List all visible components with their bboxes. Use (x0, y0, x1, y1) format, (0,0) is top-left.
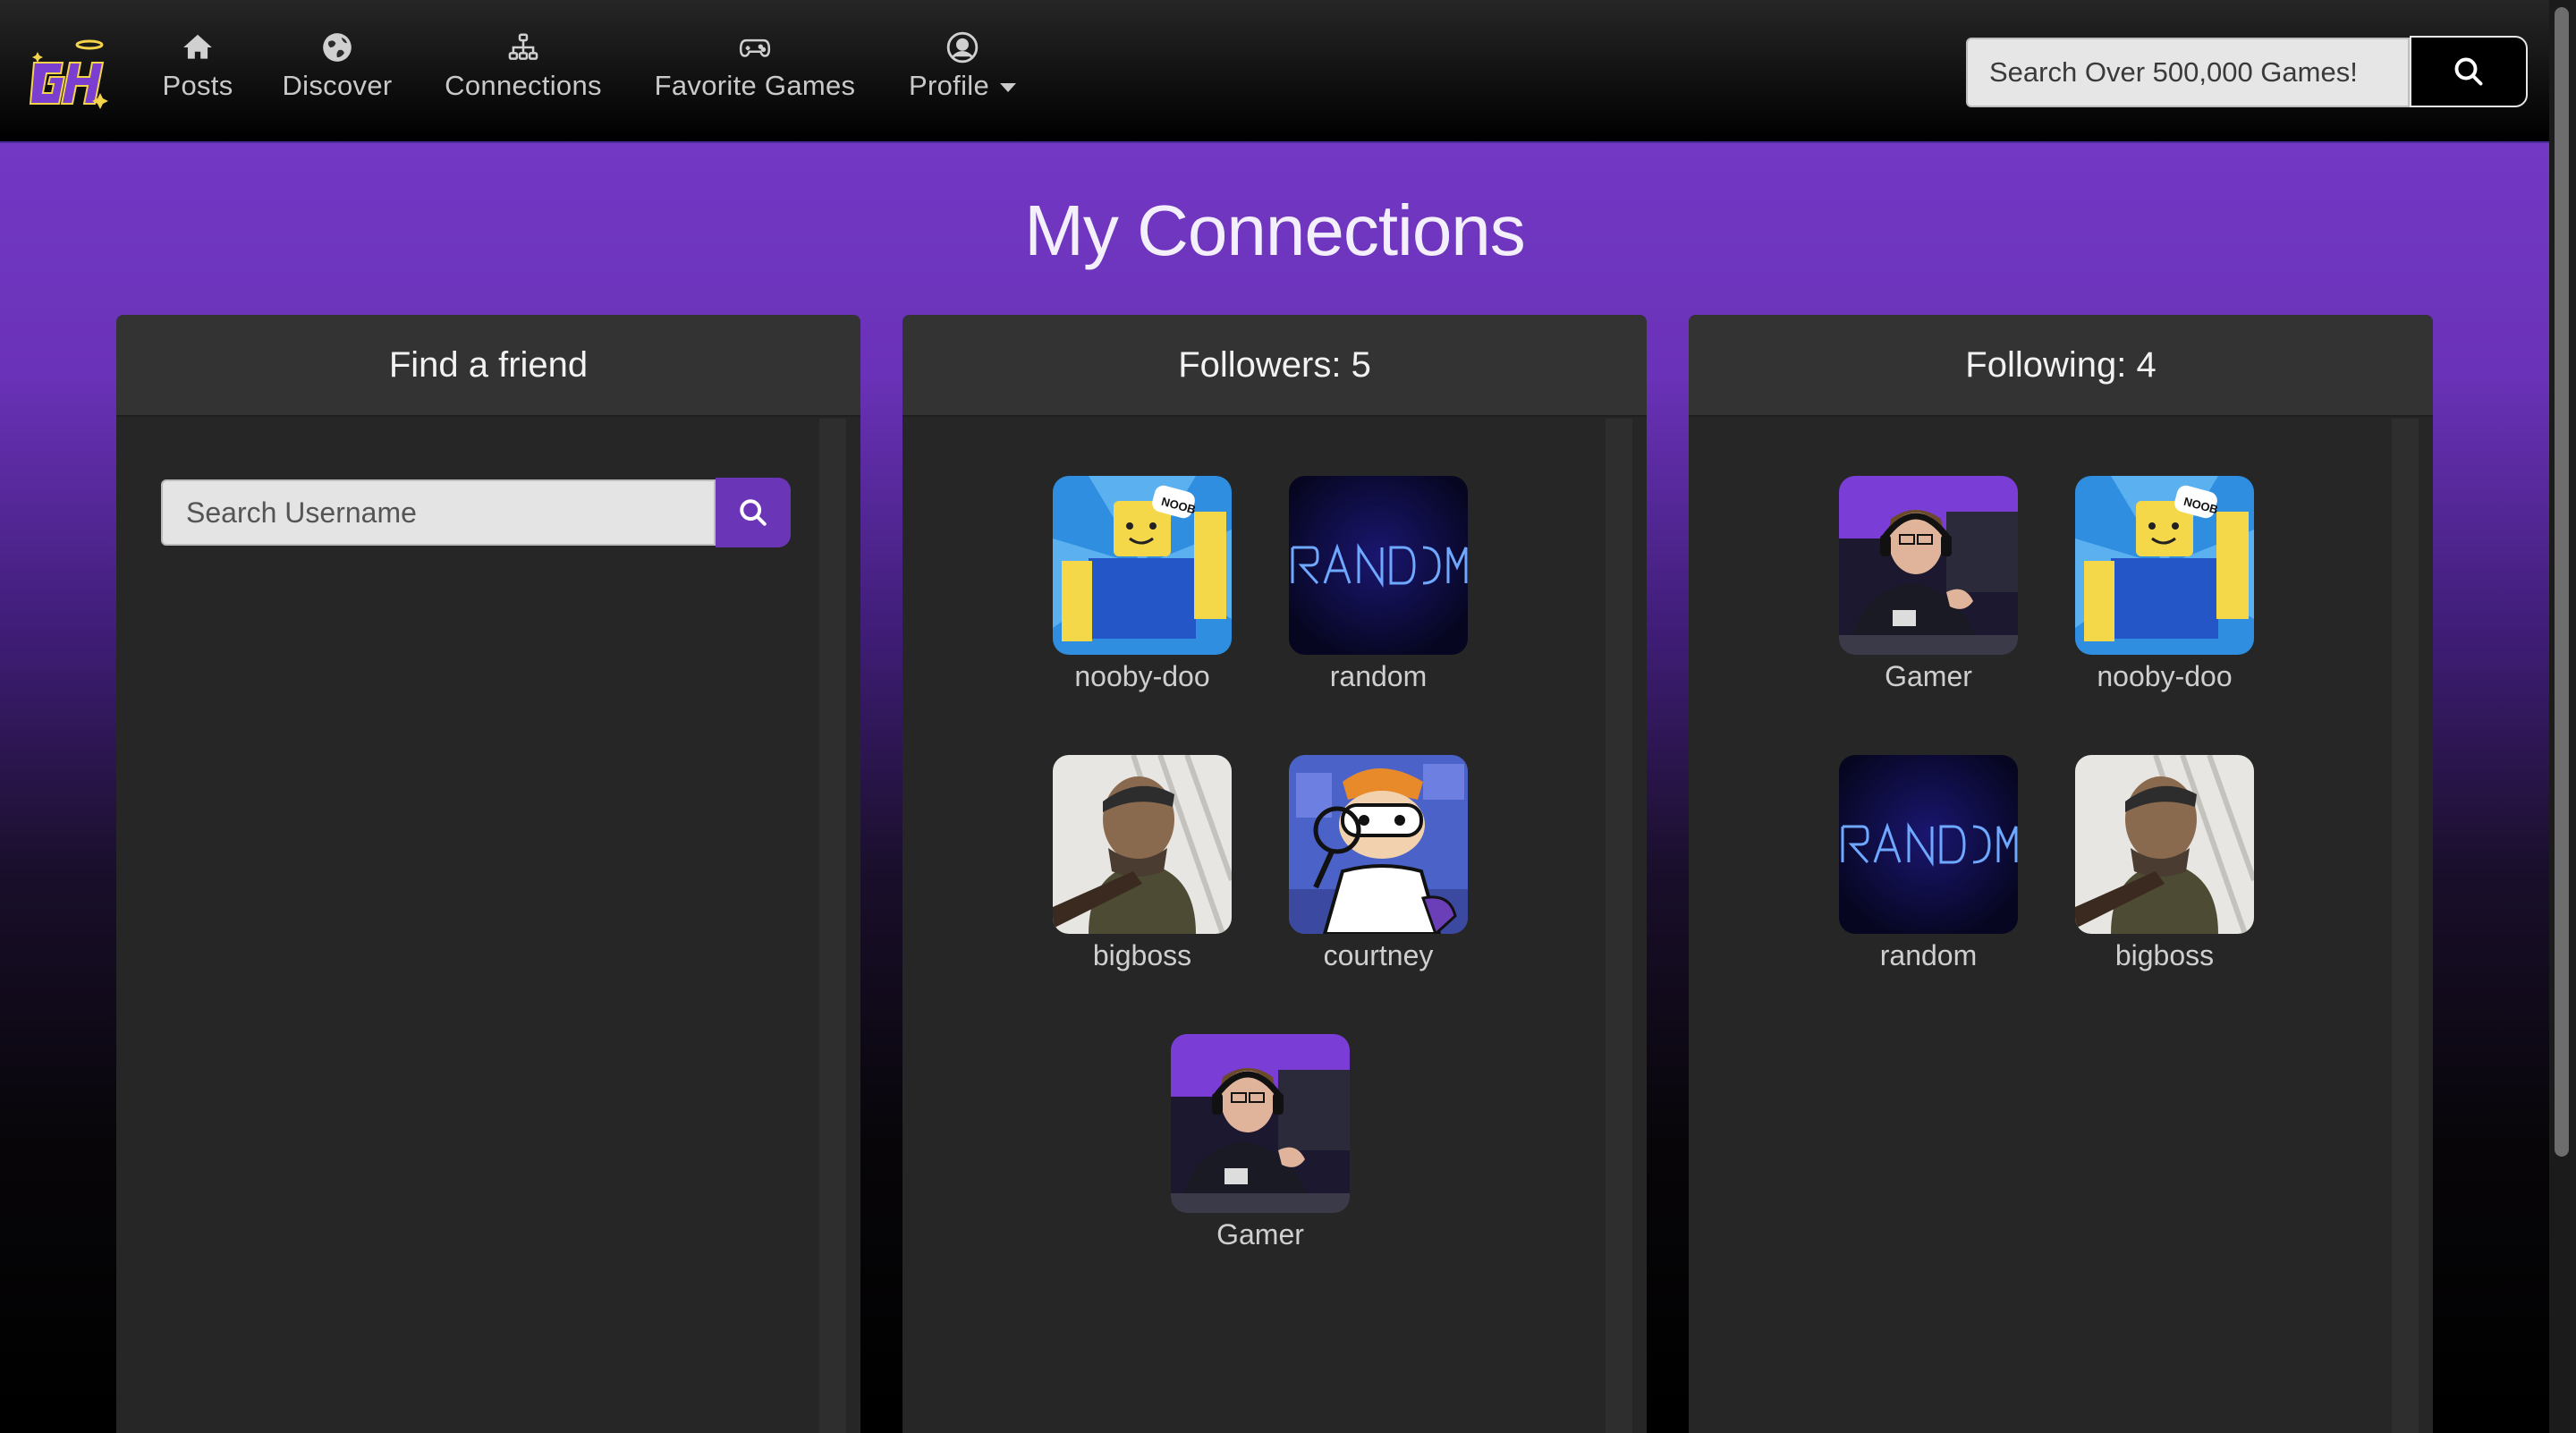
follower-card[interactable]: courtney (1271, 755, 1486, 972)
find-friend-header: Find a friend (116, 315, 860, 417)
following-card[interactable]: Gamer (1821, 476, 2036, 693)
nav-connections[interactable]: Connections (438, 30, 608, 116)
main-content: My Connections Find a friend Followers: … (0, 143, 2549, 1433)
panel-scrollbar[interactable] (2392, 419, 2419, 1433)
gamer-avatar (1839, 476, 2018, 655)
username-search-button[interactable] (716, 478, 791, 547)
panel-scrollbar[interactable] (1606, 419, 1632, 1433)
user-circle-icon (946, 31, 979, 64)
find-friend-panel: Find a friend (116, 315, 860, 1433)
gamepad-icon (739, 38, 771, 57)
search-icon (740, 499, 767, 526)
follower-username: nooby-doo (1074, 660, 1210, 692)
nav-profile-label: Profile (909, 70, 989, 101)
following-card[interactable]: NOOB nooby-doo (2057, 476, 2272, 693)
network-icon (508, 33, 538, 60)
noob-avatar: NOOB (2075, 476, 2254, 655)
follower-username: courtney (1323, 939, 1434, 971)
following-card[interactable]: bigboss (2057, 755, 2272, 972)
gamer-avatar (1171, 1034, 1350, 1213)
nav-posts-label: Posts (162, 70, 233, 101)
chevron-down-icon (999, 82, 1016, 92)
cartoon-avatar (1289, 755, 1468, 934)
followers-header: Followers: 5 (902, 315, 1647, 417)
nav-posts[interactable]: Posts (159, 30, 236, 116)
random-avatar (1839, 755, 2018, 934)
game-search-button[interactable] (2410, 36, 2528, 107)
nav-profile-dropdown[interactable]: Profile (902, 30, 1023, 116)
search-icon (2454, 57, 2483, 86)
random-avatar (1289, 476, 1468, 655)
soldier-avatar (2075, 755, 2254, 934)
home-icon (183, 34, 212, 59)
nav-favorite-games-label: Favorite Games (654, 70, 856, 101)
game-search-input[interactable] (1966, 38, 2410, 107)
follower-card[interactable]: NOOB nooby-doo (1035, 476, 1250, 693)
follower-card[interactable]: bigboss (1035, 755, 1250, 972)
following-header: Following: 4 (1689, 315, 2433, 417)
panel-scrollbar[interactable] (819, 419, 846, 1433)
following-card[interactable]: random (1821, 755, 2036, 972)
page-title: My Connections (1024, 191, 1526, 270)
username-search-input[interactable] (161, 479, 716, 546)
globe-icon (323, 33, 352, 62)
nav-discover-label: Discover (282, 70, 393, 101)
site-logo[interactable] (27, 36, 109, 113)
soldier-avatar (1053, 755, 1232, 934)
follower-card[interactable]: Gamer (1153, 1034, 1368, 1251)
followers-panel: Followers: 5 NOOB nooby-doo random bigbo… (902, 315, 1647, 1433)
follower-card[interactable]: random (1271, 476, 1486, 693)
top-navbar: Posts Discover Connections Favorite Game… (0, 0, 2549, 143)
following-username: random (1879, 939, 1978, 971)
following-username: nooby-doo (2097, 660, 2233, 692)
follower-username: random (1329, 660, 1428, 692)
nav-favorite-games[interactable]: Favorite Games (649, 30, 860, 116)
window-scrollbar-thumb[interactable] (2555, 7, 2569, 1157)
following-panel: Following: 4 Gamer NOOB nooby-doo random… (1689, 315, 2433, 1433)
noob-avatar: NOOB (1053, 476, 1232, 655)
nav-connections-label: Connections (445, 70, 602, 101)
following-username: Gamer (1885, 660, 1972, 692)
following-username: bigboss (2114, 939, 2215, 971)
nav-discover[interactable]: Discover (277, 30, 397, 116)
follower-username: Gamer (1216, 1218, 1304, 1251)
follower-username: bigboss (1092, 939, 1192, 971)
